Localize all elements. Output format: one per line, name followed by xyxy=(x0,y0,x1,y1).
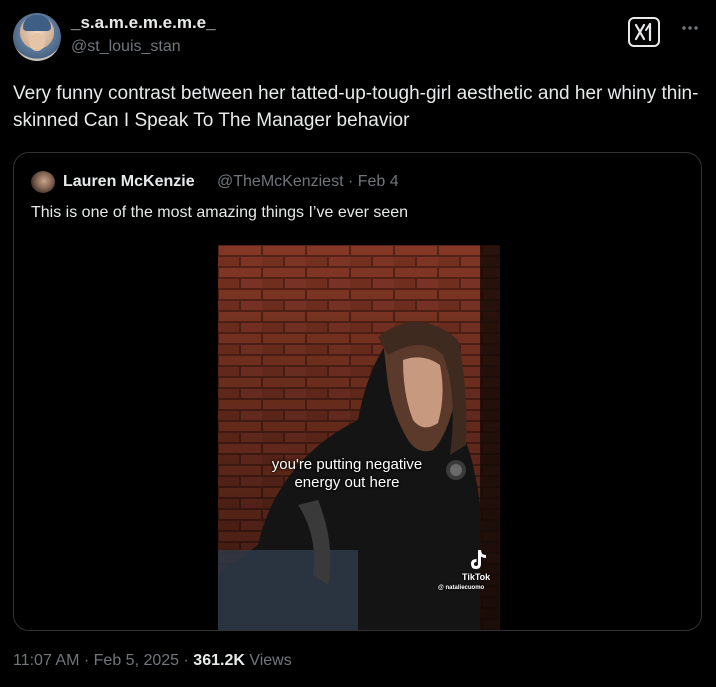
tweet-date[interactable]: Feb 5, 2025 xyxy=(94,652,179,669)
video-player[interactable]: you're putting negative energy out here … xyxy=(218,245,500,630)
views-count: 361.2K xyxy=(193,652,245,669)
quoted-author-handle-date: @TheMcKenziest · Feb 4 xyxy=(217,173,399,191)
video-caption: you're putting negative energy out here xyxy=(218,456,476,492)
more-horizontal-icon xyxy=(682,26,698,30)
tiktok-watermark: TikTok xyxy=(462,572,491,582)
author-display-name[interactable]: _s.a.m.e.m.e.m.e_ xyxy=(71,13,216,33)
tiktok-watermark-user: @ nataliecuomo xyxy=(438,585,485,591)
grok-icon xyxy=(634,22,652,42)
tweet-time[interactable]: 11:07 AM xyxy=(13,652,79,669)
author-handle[interactable]: @st_louis_stan xyxy=(71,38,181,56)
more-options-button[interactable] xyxy=(676,14,704,42)
quoted-author-avatar[interactable] xyxy=(31,171,55,193)
views-label: Views xyxy=(249,652,292,669)
tweet: _s.a.m.e.m.e.m.e_ @st_louis_stan Very fu… xyxy=(0,0,716,687)
quoted-tweet-date[interactable]: Feb 4 xyxy=(358,173,399,190)
separator: · xyxy=(83,652,90,669)
video-caption-line-2: energy out here xyxy=(294,474,400,491)
separator: · xyxy=(347,173,354,190)
tweet-text: Very funny contrast between her tatted-u… xyxy=(13,83,699,131)
separator: · xyxy=(183,652,189,669)
quoted-tweet-text: This is one of the most amazing things I… xyxy=(31,204,409,221)
video-frame xyxy=(218,245,500,630)
quoted-author-handle[interactable]: @TheMcKenziest xyxy=(217,173,344,190)
quoted-tweet-card[interactable]: Lauren McKenzie @TheMcKenziest · Feb 4 T… xyxy=(13,152,702,631)
video-caption-line-1: you're putting negative xyxy=(271,456,423,473)
tiktok-icon xyxy=(471,550,486,569)
quoted-author-display-name[interactable]: Lauren McKenzie xyxy=(63,173,195,191)
grok-button[interactable] xyxy=(628,17,660,47)
avatar[interactable] xyxy=(13,13,61,61)
tweet-metadata: 11:07 AM · Feb 5, 2025 · 361.2K Views xyxy=(13,652,292,670)
